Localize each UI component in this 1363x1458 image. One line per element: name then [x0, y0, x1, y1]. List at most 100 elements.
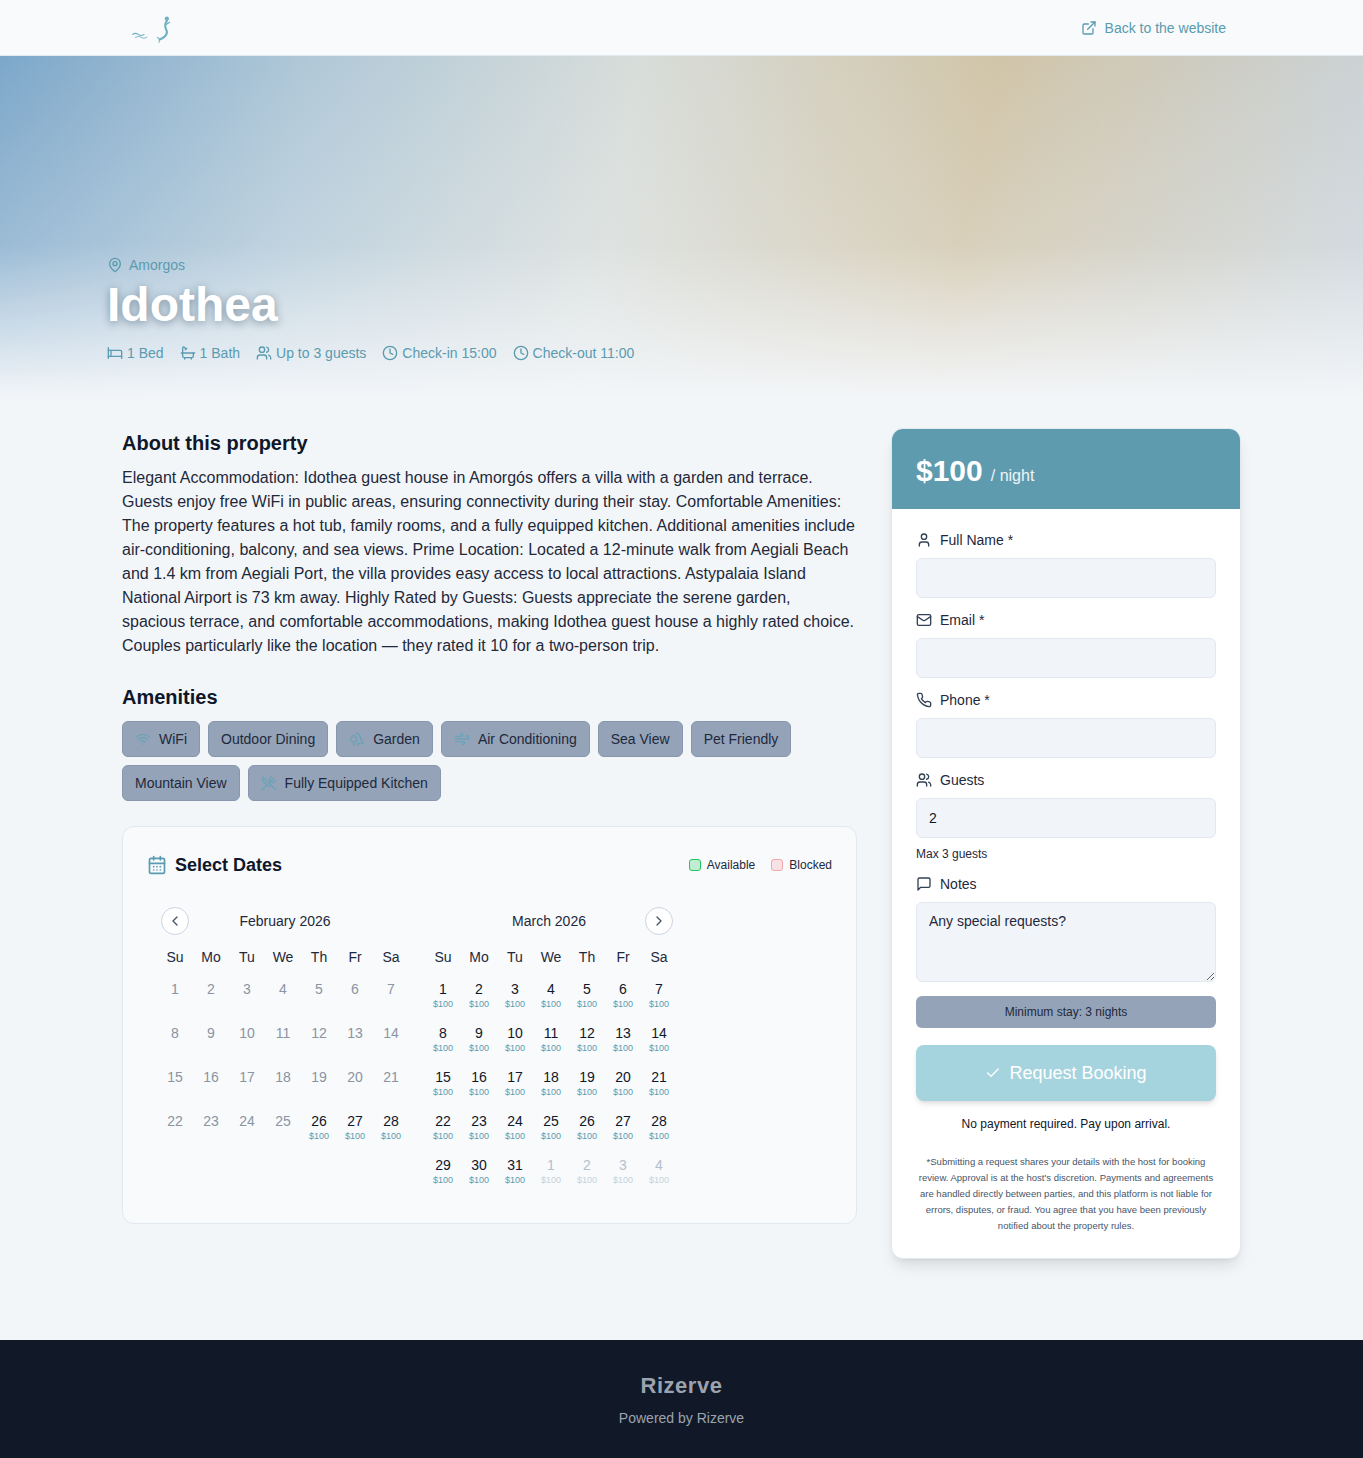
user-icon: [916, 532, 932, 548]
day-cell[interactable]: 27$100: [605, 1107, 641, 1151]
day-price: $100: [309, 1130, 329, 1142]
day-number: 4: [547, 981, 555, 997]
day-cell[interactable]: 26$100: [301, 1107, 337, 1151]
back-link-label[interactable]: Back to the website: [1105, 18, 1226, 38]
amenity-chip: Fully Equipped Kitchen: [248, 765, 441, 801]
day-cell: 17: [229, 1063, 265, 1107]
notes-textarea[interactable]: [916, 902, 1216, 982]
day-number: 9: [475, 1025, 483, 1041]
day-cell[interactable]: 9$100: [461, 1019, 497, 1063]
day-cell[interactable]: 8$100: [425, 1019, 461, 1063]
day-cell: 19: [301, 1063, 337, 1107]
feature-label: Check-out 11:00: [533, 343, 635, 363]
request-booking-button[interactable]: Request Booking: [916, 1045, 1216, 1101]
day-cell[interactable]: 5$100: [569, 975, 605, 1019]
day-cell[interactable]: 12$100: [569, 1019, 605, 1063]
day-number: 1: [439, 981, 447, 997]
day-cell[interactable]: 24$100: [497, 1107, 533, 1151]
text-input[interactable]: [916, 798, 1216, 838]
day-cell[interactable]: 22$100: [425, 1107, 461, 1151]
day-cell[interactable]: 2$100: [461, 975, 497, 1019]
feature: 1 Bed: [107, 343, 164, 363]
day-price: $100: [649, 1130, 669, 1142]
feature: Up to 3 guests: [256, 343, 366, 363]
request-booking-label: Request Booking: [1009, 1059, 1146, 1087]
day-number: 3: [511, 981, 519, 997]
day-cell: 4$100: [641, 1151, 677, 1195]
location-label: Amorgos: [129, 255, 185, 275]
day-cell[interactable]: 30$100: [461, 1151, 497, 1195]
day-cell[interactable]: 23$100: [461, 1107, 497, 1151]
day-number: 27: [347, 1113, 363, 1129]
top-bar: Back to the website: [0, 0, 1363, 56]
day-price: $100: [433, 1130, 453, 1142]
hero-content: AmorgosIdothea1 Bed1 BathUp to 3 guestsC…: [0, 56, 1363, 400]
day-cell[interactable]: 26$100: [569, 1107, 605, 1151]
day-cell[interactable]: 17$100: [497, 1063, 533, 1107]
text-input[interactable]: [916, 638, 1216, 678]
legend-label: Available: [707, 857, 755, 873]
day-cell[interactable]: 13$100: [605, 1019, 641, 1063]
day-cell[interactable]: 31$100: [497, 1151, 533, 1195]
text-input[interactable]: [916, 718, 1216, 758]
day-cell[interactable]: 7$100: [641, 975, 677, 1019]
weekday: Th: [569, 947, 605, 967]
day-cell: 1$100: [533, 1151, 569, 1195]
about-heading: About this property: [122, 429, 857, 457]
day-cell[interactable]: 6$100: [605, 975, 641, 1019]
month: March 2026SuMoTuWeThFrSa1$1002$1003$1004…: [425, 907, 677, 1195]
logo[interactable]: [122, 13, 186, 43]
bath-icon: [180, 345, 196, 361]
day-cell[interactable]: 16$100: [461, 1063, 497, 1107]
legend-item: Blocked: [771, 857, 832, 873]
day-price: $100: [469, 1174, 489, 1186]
legend-swatch: [771, 859, 783, 871]
feature: Check-in 15:00: [382, 343, 496, 363]
day-cell: 2: [193, 975, 229, 1019]
field-label: Email *: [916, 610, 1216, 630]
day-price: $100: [541, 1086, 561, 1098]
day-cell[interactable]: 14$100: [641, 1019, 677, 1063]
day-cell[interactable]: 27$100: [337, 1107, 373, 1151]
day-number: 10: [507, 1025, 523, 1041]
day-price: $100: [577, 1086, 597, 1098]
day-cell[interactable]: 11$100: [533, 1019, 569, 1063]
day-cell[interactable]: 19$100: [569, 1063, 605, 1107]
day-cell[interactable]: 20$100: [605, 1063, 641, 1107]
chevron-right-icon: [651, 913, 667, 929]
day-cell[interactable]: 21$100: [641, 1063, 677, 1107]
day-number: 17: [507, 1069, 523, 1085]
nav-spacer: [425, 907, 453, 935]
day-price: $100: [613, 1086, 633, 1098]
day-number: 23: [203, 1113, 219, 1129]
day-cell[interactable]: 18$100: [533, 1063, 569, 1107]
day-cell[interactable]: 10$100: [497, 1019, 533, 1063]
day-number: 12: [311, 1025, 327, 1041]
day-cell[interactable]: 25$100: [533, 1107, 569, 1151]
month-header: February 2026: [157, 907, 409, 935]
day-cell[interactable]: 28$100: [373, 1107, 409, 1151]
text-input[interactable]: [916, 558, 1216, 598]
day-cell[interactable]: 15$100: [425, 1063, 461, 1107]
day-cell[interactable]: 4$100: [533, 975, 569, 1019]
day-cell[interactable]: 1$100: [425, 975, 461, 1019]
day-cell[interactable]: 28$100: [641, 1107, 677, 1151]
next-month-button[interactable]: [645, 907, 673, 935]
day-price: $100: [505, 998, 525, 1010]
location: Amorgos: [107, 255, 1363, 275]
day-number: 24: [507, 1113, 523, 1129]
day-number: 27: [615, 1113, 631, 1129]
back-link[interactable]: Back to the website: [1081, 18, 1226, 38]
day-number: 2: [583, 1157, 591, 1173]
day-number: 19: [311, 1069, 327, 1085]
day-number: 29: [435, 1157, 451, 1173]
day-price: $100: [433, 1086, 453, 1098]
feature-label: Up to 3 guests: [276, 343, 366, 363]
feature-list: 1 Bed1 BathUp to 3 guestsCheck-in 15:00C…: [107, 343, 1363, 363]
day-cell[interactable]: 29$100: [425, 1151, 461, 1195]
weekday: Sa: [373, 947, 409, 967]
prev-month-button[interactable]: [161, 907, 189, 935]
day-cell[interactable]: 3$100: [497, 975, 533, 1019]
amenity-chip: Sea View: [598, 721, 683, 757]
day-cell: 22: [157, 1107, 193, 1151]
